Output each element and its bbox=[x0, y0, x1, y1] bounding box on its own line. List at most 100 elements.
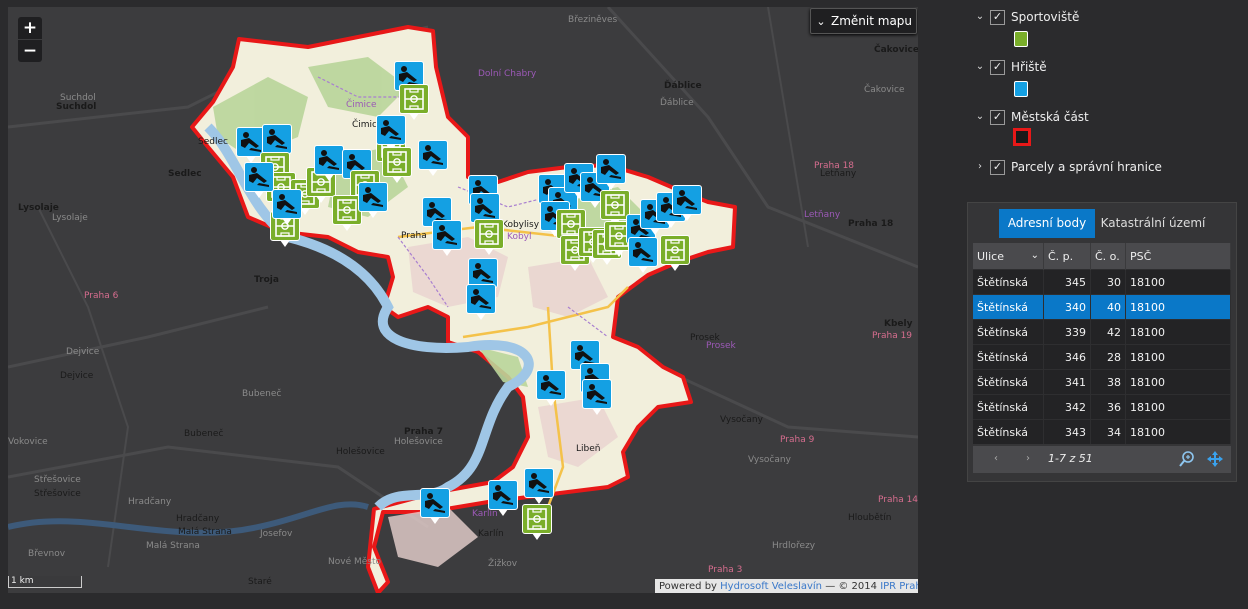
place-label: Střešovice bbox=[34, 489, 81, 499]
chevron-down-icon[interactable]: ⌄ bbox=[974, 58, 986, 76]
table-row[interactable]: Štětínská 339 42 18100 bbox=[973, 319, 1231, 345]
cell-ulice: Štětínská bbox=[973, 394, 1044, 420]
tab-adresni-body[interactable]: Adresní body bbox=[999, 209, 1095, 238]
football-field-icon bbox=[404, 88, 424, 110]
chevron-down-icon[interactable]: ⌄ bbox=[974, 8, 986, 26]
place-label: Březiněves bbox=[568, 15, 618, 25]
place-label: Holešovice bbox=[394, 437, 443, 447]
sportoviste-marker[interactable] bbox=[382, 147, 412, 184]
layer-checkbox[interactable]: ✓ bbox=[990, 10, 1005, 25]
column-header-psc[interactable]: PSČ bbox=[1125, 243, 1231, 270]
playground-icon bbox=[633, 242, 653, 262]
cell-psc: 18100 bbox=[1125, 394, 1231, 420]
table-header: Ulice ⌄ Č. p. Č. o. PSČ bbox=[973, 243, 1231, 270]
layer-checkbox[interactable]: ✓ bbox=[990, 160, 1005, 175]
hriste-marker[interactable] bbox=[582, 379, 612, 416]
results-panel: Adresní body Katastrální území Ulice ⌄ Č.… bbox=[967, 202, 1237, 482]
table-row[interactable]: Štětínská 345 30 18100 bbox=[973, 269, 1231, 295]
prev-page-button[interactable]: ‹ bbox=[989, 451, 1003, 467]
place-label: Malá Strana bbox=[178, 527, 232, 537]
cell-cp: 342 bbox=[1043, 394, 1091, 420]
map-view[interactable]: Březiněves Čakovice Čakovice Suchdol Suc… bbox=[8, 7, 918, 593]
cell-co: 38 bbox=[1090, 369, 1126, 395]
place-label: Vokovice bbox=[8, 437, 48, 447]
hriste-marker[interactable] bbox=[272, 189, 302, 226]
zoom-to-icon[interactable] bbox=[1178, 450, 1196, 468]
change-map-button[interactable]: ⌄ Změnit mapu bbox=[810, 8, 917, 34]
playground-icon bbox=[601, 159, 621, 179]
place-label: Čakovice bbox=[874, 45, 918, 55]
hriste-marker[interactable] bbox=[628, 237, 658, 274]
map-attribution: Powered by Hydrosoft Veleslavín — © 2014… bbox=[655, 579, 918, 593]
column-header-co[interactable]: Č. o. bbox=[1090, 243, 1126, 270]
legend-item-mestska-cast[interactable]: ⌄ ✓ Městská část bbox=[968, 108, 1238, 126]
chevron-down-icon[interactable]: ⌄ bbox=[974, 108, 986, 126]
layer-checkbox[interactable]: ✓ bbox=[990, 60, 1005, 75]
place-label: Praha 19 bbox=[872, 331, 913, 341]
hriste-marker[interactable] bbox=[432, 220, 462, 257]
layer-checkbox[interactable]: ✓ bbox=[990, 110, 1005, 125]
place-label: Malá Strana bbox=[146, 541, 200, 551]
tab-katastralni-uzemi[interactable]: Katastrální území bbox=[1098, 209, 1208, 238]
hriste-marker[interactable] bbox=[358, 182, 388, 219]
cell-ulice: Štětínská bbox=[973, 319, 1044, 345]
table-pager: ‹ › 1-7 z 51 bbox=[973, 446, 1231, 473]
football-field-icon bbox=[479, 223, 499, 245]
column-header-cp[interactable]: Č. p. bbox=[1043, 243, 1091, 270]
place-label: Hloubětín bbox=[848, 513, 892, 523]
playground-icon bbox=[319, 150, 339, 170]
attribution-vendor-link[interactable]: Hydrosoft Veleslavín bbox=[720, 581, 822, 592]
hriste-marker[interactable] bbox=[524, 468, 554, 505]
cell-cp: 346 bbox=[1043, 344, 1091, 370]
sportoviste-marker[interactable] bbox=[660, 235, 690, 272]
football-field-icon bbox=[665, 239, 685, 261]
table-row[interactable]: Štětínská 343 34 18100 bbox=[973, 419, 1231, 444]
playground-icon bbox=[471, 289, 491, 309]
playground-icon bbox=[267, 129, 287, 149]
table-row[interactable]: Štětínská 341 38 18100 bbox=[973, 369, 1231, 395]
pan-icon[interactable] bbox=[1206, 450, 1224, 468]
hriste-marker[interactable] bbox=[420, 488, 450, 525]
place-label: Praha 3 bbox=[708, 565, 743, 575]
legend-item-sportoviste[interactable]: ⌄ ✓ Sportoviště bbox=[968, 8, 1238, 26]
cell-psc: 18100 bbox=[1125, 294, 1231, 320]
place-label: Troja bbox=[254, 275, 279, 285]
sportoviste-marker[interactable] bbox=[474, 219, 504, 256]
chevron-right-icon[interactable]: › bbox=[974, 158, 986, 176]
zoom-in-button[interactable]: + bbox=[18, 17, 42, 39]
hriste-marker[interactable] bbox=[596, 154, 626, 191]
hriste-marker[interactable] bbox=[314, 145, 344, 182]
place-label: Čakovice bbox=[864, 85, 905, 95]
hriste-marker[interactable] bbox=[418, 140, 448, 177]
hriste-marker[interactable] bbox=[488, 480, 518, 517]
attribution-owner-link[interactable]: IPR Praha bbox=[880, 581, 918, 592]
place-label: Staré bbox=[248, 577, 272, 587]
table-row[interactable]: Štětínská 346 28 18100 bbox=[973, 344, 1231, 370]
cell-ulice: Štětínská bbox=[973, 419, 1044, 444]
hriste-marker[interactable] bbox=[466, 284, 496, 321]
legend-item-parcely[interactable]: › ✓ Parcely a správní hranice bbox=[968, 158, 1238, 176]
hriste-icon bbox=[1014, 81, 1028, 97]
playground-icon bbox=[587, 384, 607, 404]
hriste-marker[interactable] bbox=[672, 185, 702, 222]
scale-bar: 1 km bbox=[8, 576, 82, 588]
cell-ulice: Štětínská bbox=[973, 344, 1044, 370]
sportoviste-marker[interactable] bbox=[522, 504, 552, 541]
table-row[interactable]: Štětínská 340 40 18100 bbox=[973, 294, 1231, 320]
hriste-marker[interactable] bbox=[244, 162, 274, 199]
cell-co: 42 bbox=[1090, 319, 1126, 345]
hriste-marker[interactable] bbox=[536, 370, 566, 407]
cell-psc: 18100 bbox=[1125, 419, 1231, 444]
table-row[interactable]: Štětínská 342 36 18100 bbox=[973, 394, 1231, 420]
column-header-ulice[interactable]: Ulice ⌄ bbox=[973, 243, 1044, 270]
playground-icon bbox=[277, 194, 297, 214]
next-page-button[interactable]: › bbox=[1021, 451, 1035, 467]
football-field-icon bbox=[387, 151, 407, 173]
place-label: Kbely bbox=[884, 319, 913, 329]
zoom-out-button[interactable]: − bbox=[18, 40, 42, 62]
chevron-down-icon[interactable]: ⌄ bbox=[1031, 250, 1039, 261]
place-label: Nové Město bbox=[328, 557, 381, 567]
legend-item-hriste[interactable]: ⌄ ✓ Hřiště bbox=[968, 58, 1238, 76]
cell-cp: 339 bbox=[1043, 319, 1091, 345]
legend-label: Parcely a správní hranice bbox=[1011, 160, 1162, 174]
